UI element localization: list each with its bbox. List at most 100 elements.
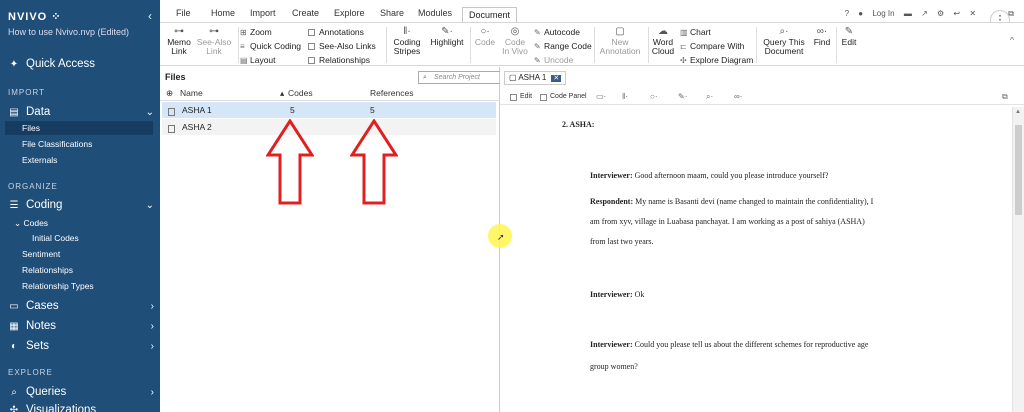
query-this-document-button[interactable]: ⌕· Query This Document	[760, 27, 808, 56]
scrollbar-thumb[interactable]	[1015, 125, 1022, 215]
edit-checkbox[interactable]	[510, 94, 517, 101]
find-button[interactable]: ∞· Find	[810, 27, 834, 47]
sidebar-sets[interactable]: ◐ Sets ›	[8, 340, 154, 352]
new-annotation-button[interactable]: ▢ New Annotation	[596, 27, 644, 56]
expand-all-icon[interactable]: ⊕	[166, 88, 173, 99]
help-icon[interactable]: ?	[845, 9, 849, 18]
scroll-up-icon[interactable]: ▲	[1015, 109, 1021, 115]
sidebar-item-initial-codes[interactable]: Initial Codes	[32, 233, 79, 243]
column-header-references[interactable]: References	[370, 88, 413, 98]
chevron-right-icon: ›	[150, 300, 154, 312]
chevron-right-icon: ›	[150, 320, 154, 332]
checkbox[interactable]	[308, 43, 315, 50]
sidebar-quick-access[interactable]: ✦ Quick Access	[8, 58, 154, 70]
sidebar-coding[interactable]: ☰ Coding ⌄	[8, 199, 154, 211]
settings-icon[interactable]: ⚙	[937, 9, 944, 18]
document-scrollbar[interactable]: ▲	[1012, 107, 1024, 412]
user-icon[interactable]: ●	[858, 9, 863, 18]
sidebar-item-relationship-types[interactable]: Relationship Types	[22, 281, 94, 291]
login-link[interactable]: Log In	[872, 9, 894, 18]
document-heading: 2. ASHA:	[562, 120, 595, 129]
pencil-icon: ✎	[844, 26, 854, 37]
uncode-button[interactable]: ✎ Uncode	[534, 55, 573, 65]
comment-icon[interactable]: ▭·	[596, 92, 606, 101]
close-tab-icon[interactable]: ✕	[551, 75, 562, 82]
compare-with-button[interactable]: ⊏ Compare With	[680, 41, 744, 51]
highlight-icon[interactable]: ✎·	[678, 92, 687, 101]
minimize-icon[interactable]: ▬	[904, 9, 912, 18]
collapse-sidebar-icon[interactable]: ‹	[148, 9, 152, 23]
chevron-down-icon: ⌄	[145, 106, 154, 118]
close-icon[interactable]: ✕	[969, 9, 976, 18]
document-tab[interactable]: ▢ ASHA 1 ✕	[504, 71, 567, 85]
sort-ascending-icon[interactable]: ▴	[280, 88, 284, 99]
coding-stripes-button[interactable]: ‖· Coding Stripes	[390, 27, 424, 56]
see-also-links-checkbox[interactable]: See-Also Links	[308, 41, 376, 51]
binoculars-icon: ∞·	[816, 26, 828, 37]
code-in-vivo-button[interactable]: ◎ Code In Vivo	[500, 27, 530, 56]
highlight-icon: ✎·	[441, 26, 453, 37]
undock-icon[interactable]: ⧉	[1002, 92, 1008, 102]
tab-share[interactable]: Share	[380, 8, 404, 18]
tab-home[interactable]: Home	[211, 8, 235, 18]
tab-modules[interactable]: Modules	[418, 8, 452, 18]
section-import: IMPORT	[8, 88, 45, 97]
sidebar-cases[interactable]: ▭ Cases ›	[8, 300, 154, 312]
layout-button[interactable]: ▤ Layout	[240, 55, 276, 65]
code-icon[interactable]: ○·	[650, 92, 658, 101]
relationships-checkbox[interactable]: Relationships	[308, 55, 370, 65]
back-icon[interactable]: ↩	[953, 9, 960, 18]
sidebar-queries[interactable]: ⌕ Queries ›	[8, 386, 154, 398]
link-icon[interactable]: ∞·	[734, 92, 742, 101]
see-also-link-button[interactable]: ⊶ See-Also Link	[196, 27, 232, 56]
arrow-icon[interactable]: ↗	[921, 9, 928, 18]
column-header-codes[interactable]: Codes	[288, 88, 313, 98]
quick-coding-button[interactable]: ≡ Quick Coding	[240, 41, 301, 51]
code-button[interactable]: ○· Code	[472, 27, 498, 47]
memo-link-button[interactable]: ⊶ Memo Link	[164, 27, 194, 56]
sidebar-item-files[interactable]: Files	[22, 123, 40, 133]
collapse-ribbon-icon[interactable]: ^	[1010, 35, 1014, 45]
annotation-arrow-references	[350, 119, 398, 205]
explore-diagram-button[interactable]: ✣ Explore Diagram	[680, 55, 753, 65]
sidebar-item-relationships[interactable]: Relationships	[22, 265, 73, 275]
autocode-icon: ✎	[534, 28, 541, 37]
sidebar-visualizations[interactable]: ✣ Visualizations	[8, 404, 154, 412]
coding-stripes-icon[interactable]: ‖·	[622, 92, 628, 101]
highlight-button[interactable]: ✎· Highlight	[428, 27, 466, 47]
range-code-button[interactable]: ✎ Range Code	[534, 41, 592, 51]
sidebar-data[interactable]: ▤ Data ⌄	[8, 106, 154, 118]
transcript-line: Interviewer: Could you please tell us ab…	[590, 340, 869, 349]
sidebar-item-externals[interactable]: Externals	[22, 155, 57, 165]
codes-count: 5	[290, 105, 295, 115]
word-cloud-button[interactable]: ☁ Word Cloud	[650, 27, 676, 56]
table-row[interactable]: ASHA 2	[162, 119, 496, 135]
tab-document[interactable]: Document	[462, 7, 518, 22]
tab-file[interactable]: File	[176, 8, 191, 18]
mouse-cursor-icon: ➚	[497, 232, 505, 242]
annotations-checkbox[interactable]: Annotations	[308, 27, 364, 37]
quick-coding-icon: ≡	[240, 42, 245, 51]
checkbox[interactable]	[308, 57, 315, 64]
notes-icon: ▦	[9, 320, 19, 332]
diagram-icon: ✣	[680, 56, 687, 65]
zoom-icon[interactable]: ⌕·	[706, 92, 713, 102]
table-row[interactable]: ASHA 1 5 5	[162, 102, 496, 118]
sidebar-item-file-classifications[interactable]: File Classifications	[22, 139, 92, 149]
sidebar-notes[interactable]: ▦ Notes ›	[8, 320, 154, 332]
code-panel-checkbox[interactable]	[540, 94, 547, 101]
sidebar-item-codes[interactable]: ⌄ Codes	[14, 218, 48, 229]
tab-explore[interactable]: Explore	[334, 8, 365, 18]
tab-create[interactable]: Create	[292, 8, 319, 18]
checkbox[interactable]	[308, 29, 315, 36]
chart-button[interactable]: ▥ Chart	[680, 27, 711, 37]
sidebar-item-sentiment[interactable]: Sentiment	[22, 249, 60, 259]
search-icon: ⌕	[423, 74, 427, 81]
autocode-button[interactable]: ✎ Autocode	[534, 27, 580, 37]
column-header-name[interactable]: Name	[180, 88, 203, 98]
document-body[interactable]: 2. ASHA: Interviewer: Good afternoon maa…	[500, 107, 1012, 412]
edit-button[interactable]: ✎ Edit	[838, 27, 860, 47]
zoom-button[interactable]: ⊞ Zoom	[240, 27, 272, 37]
cloud-icon: ☁	[658, 26, 668, 37]
tab-import[interactable]: Import	[250, 8, 276, 18]
